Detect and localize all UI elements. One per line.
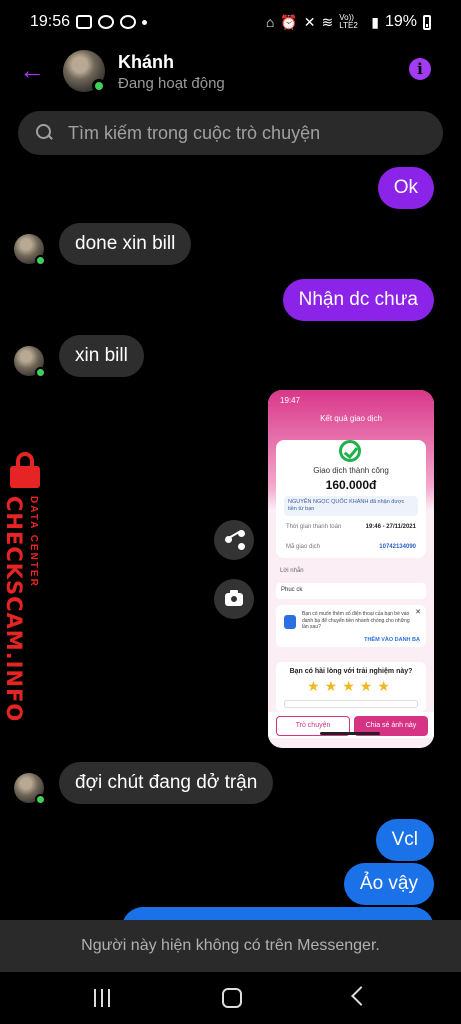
camera-icon-lens [230,595,238,603]
message-bubble-outgoing[interactable]: Nhận dc chưa [282,279,434,321]
signal-icon: ▮ [371,13,379,30]
receipt-feedback-field [284,700,418,708]
receipt-home-indicator [320,732,380,735]
message-bubble-incoming[interactable]: done xin bill [59,223,192,265]
info-button[interactable]: i [409,58,431,80]
checkscam-watermark: CHECKSCAM.INFO DATA CENTER [0,450,50,722]
arrow-left-icon: ← [19,55,45,85]
share-icon-node [238,543,245,550]
message-bubble-incoming[interactable]: xin bill [59,335,144,377]
message-bubble-outgoing[interactable]: Vcl [375,819,434,861]
receipt-message-value: Phuc ck [276,583,426,599]
sender-avatar[interactable] [14,346,46,378]
contact-avatar[interactable] [63,50,106,93]
receipt-amount: 160.000đ [325,478,377,492]
receipt-rating-question: Bạn có hài lòng với trải nghiệm này? [289,668,413,675]
shared-receipt-image[interactable]: 19:47 Kết quả giao dịch Giao dịch thành … [268,390,434,748]
alarm-icon: ⏰ [280,13,298,30]
unavailable-banner: Người này hiện không có trên Messenger. [0,920,461,972]
receipt-time: 19:47 [280,396,301,405]
wifi-icon: ≋ [321,13,334,30]
message-bubble-incoming[interactable]: đợi chút đang dở trận [59,762,274,804]
lock-icon: ⌂ [265,14,275,30]
receipt-tx-label: Mã giao dịch [286,544,321,550]
receipt-promo: Bạn có muốn thêm số điện thoại của bạn b… [276,605,426,647]
star-rating-icons: ★★★★★ [307,679,395,695]
search-icon [36,124,54,142]
sender-avatar[interactable] [14,773,46,805]
watermark-main-text: CHECKSCAM.INFO [2,496,26,723]
clock: 19:56 [30,13,71,30]
app-notification-icon [98,15,115,29]
nav-back-button[interactable] [351,986,371,1006]
system-nav-bar [0,972,461,1024]
online-indicator [35,367,46,378]
contact-status: Đang hoạt động [118,75,225,92]
contact-name[interactable]: Khánh [118,52,174,73]
receipt-tx-row: Mã giao dịch 10742134090 [286,544,416,550]
online-indicator [35,255,46,266]
receipt-time-label: Thời gian thanh toán [286,524,342,530]
receipt-card: Giao dịch thành công 160.000đ NGUYỄN NGỌ… [276,440,426,558]
receipt-note: NGUYỄN NGỌC QUỐC KHÁNH đã nhận được tiền… [284,496,418,516]
lock-logo-icon [5,450,45,490]
receipt-tx-value: 10742134090 [379,544,416,550]
online-indicator [92,79,106,93]
app-notification-icon-2 [120,15,137,29]
lock-body [10,466,40,488]
share-icon-node [225,536,232,543]
receipt-promo-link: THÊM VÀO DANH BẠ [364,637,420,643]
share-icon [238,530,245,537]
battery-icon [423,14,431,30]
share-button[interactable] [214,520,254,560]
camera-button[interactable] [214,579,254,619]
watermark-sub-text: DATA CENTER [28,496,39,588]
receipt-message-label: Lời nhắn [280,568,304,574]
close-icon: ✕ [415,609,421,616]
receipt-status: Giao dịch thành công [313,466,389,475]
home-button[interactable] [222,988,242,1008]
recents-icon-bar [101,989,103,1007]
receipt-buttons: Trò chuyện Chia sẻ ảnh này [268,712,434,738]
receipt-time-row: Thời gian thanh toán 19:46 - 27/11/2021 [286,524,416,530]
battery-percent: 19% [384,13,417,30]
recents-icon [94,989,96,1007]
chat-header: ← Khánh Đang hoạt động i [0,44,461,102]
check-icon [339,440,361,462]
more-notifications-dot [142,19,148,25]
receipt-time-value: 19:46 - 27/11/2021 [365,524,416,530]
message-bubble-outgoing[interactable]: Ok [377,167,434,209]
mute-icon: ✕ [303,13,316,30]
recents-button[interactable] [93,989,113,1007]
receipt-promo-text: Bạn có muốn thêm số điện thoại của bạn b… [302,611,410,630]
back-button[interactable]: ← [16,54,48,86]
gallery-notification-icon [76,15,93,29]
info-icon: i [417,60,423,78]
search-placeholder: Tìm kiếm trong cuộc trò chuyện [68,122,321,143]
recents-icon-bar [108,989,110,1007]
search-input[interactable]: Tìm kiếm trong cuộc trò chuyện [18,111,443,155]
receipt-rating: Bạn có hài lòng với trải nghiệm này? ★★★… [276,662,426,712]
receipt-title: Kết quả giao dịch [320,414,382,423]
message-bubble-outgoing[interactable]: Ảo vậy [343,863,434,905]
contacts-icon [284,615,296,629]
sender-avatar[interactable] [14,234,46,266]
status-bar: 19:56 ⌂ ⏰ ✕ ≋ Vo)) LTE2 ▮ 19% [0,0,461,44]
network-label: Vo)) LTE2 [339,13,358,30]
online-indicator [35,794,46,805]
